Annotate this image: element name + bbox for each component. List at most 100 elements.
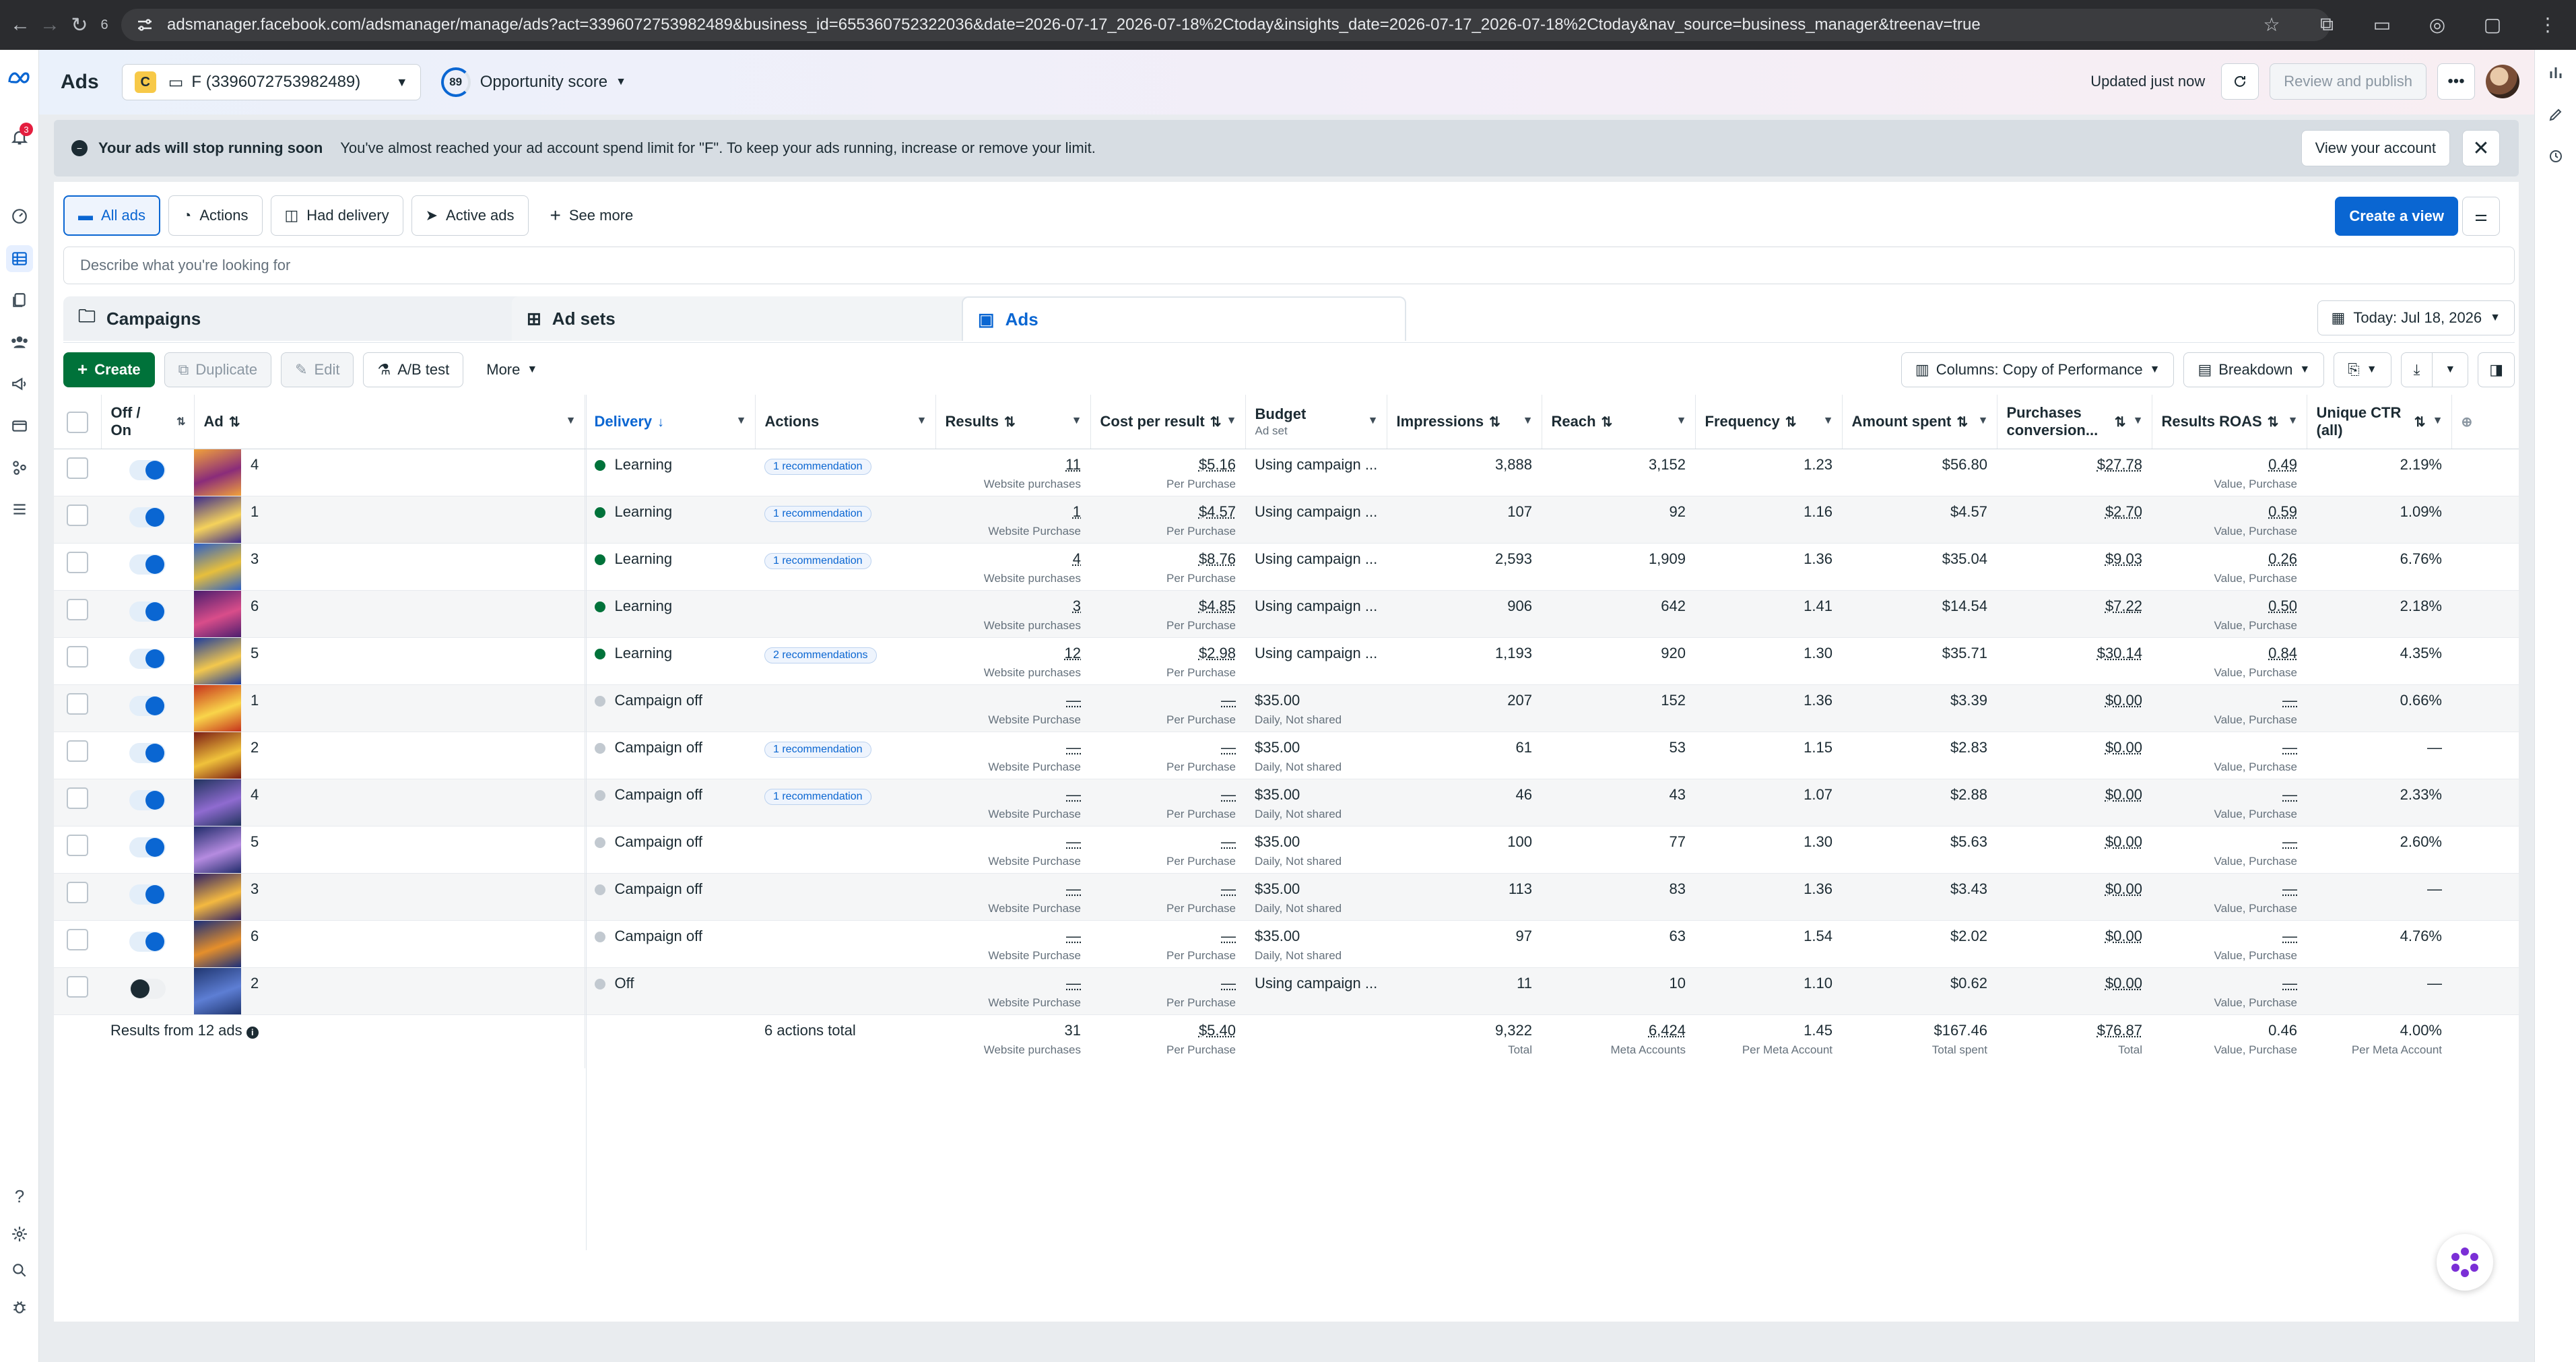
purchase-value[interactable]: $0.00 bbox=[2105, 692, 2142, 709]
split-view-icon[interactable]: ▭ bbox=[2367, 9, 2397, 39]
events-manager-icon[interactable] bbox=[6, 454, 33, 481]
cpr-value[interactable]: — bbox=[1100, 739, 1236, 756]
row-checkbox[interactable] bbox=[67, 645, 88, 668]
col-amount-spent[interactable]: Amount spent ⇅ ▼ bbox=[1842, 395, 1997, 449]
ad-thumbnail[interactable] bbox=[194, 684, 241, 731]
results-value[interactable]: 11 bbox=[945, 456, 1081, 474]
browser-menu-icon[interactable]: ⋮ bbox=[2533, 9, 2563, 39]
all-tools-menu-icon[interactable] bbox=[6, 496, 33, 523]
row-checkbox[interactable] bbox=[67, 504, 88, 526]
purchase-value[interactable]: $9.03 bbox=[2105, 550, 2142, 567]
col-impressions[interactable]: Impressions ⇅ ▼ bbox=[1387, 395, 1542, 449]
purchase-value[interactable]: $30.14 bbox=[2097, 645, 2142, 661]
search-input[interactable]: Describe what you're looking for bbox=[63, 247, 2515, 284]
roas-value[interactable]: — bbox=[2161, 928, 2297, 945]
settings-gear-icon[interactable] bbox=[6, 1221, 33, 1247]
ad-thumbnail[interactable] bbox=[194, 873, 241, 919]
cast-icon[interactable]: ▢ bbox=[2478, 9, 2507, 39]
roas-value[interactable]: — bbox=[2161, 880, 2297, 898]
extensions-icon[interactable]: ⧉ bbox=[2312, 9, 2342, 39]
opportunity-score[interactable]: 89 Opportunity score ▼ bbox=[440, 67, 626, 97]
table-row[interactable]: 5 Campaign off — Website Purchase — Per Pu… bbox=[54, 826, 2519, 874]
ad-on-off-toggle[interactable] bbox=[129, 554, 166, 575]
purchase-value[interactable]: $0.00 bbox=[2105, 786, 2142, 803]
table-row[interactable]: 4 Learning 1 recommendation 11 Website pu… bbox=[54, 449, 2519, 496]
total-value[interactable]: 6,424 bbox=[1551, 1022, 1686, 1039]
row-checkbox[interactable] bbox=[67, 928, 88, 950]
cpr-value[interactable]: — bbox=[1100, 692, 1236, 709]
row-checkbox[interactable] bbox=[67, 598, 88, 620]
help-icon[interactable]: ? bbox=[6, 1183, 33, 1210]
table-row[interactable]: 4 Campaign off 1 recommendation — Website… bbox=[54, 779, 2519, 826]
more-button[interactable]: More ▼ bbox=[473, 352, 552, 387]
view-had-delivery[interactable]: ◫ Had delivery bbox=[270, 195, 403, 236]
ad-name[interactable]: 5 bbox=[251, 645, 259, 661]
roas-value[interactable]: 0.59 bbox=[2161, 503, 2297, 521]
review-and-publish-button[interactable]: Review and publish bbox=[2270, 63, 2426, 100]
recommendation-pill[interactable]: 1 recommendation bbox=[764, 505, 871, 522]
select-all-checkbox[interactable] bbox=[66, 411, 88, 433]
ad-name[interactable]: 6 bbox=[251, 597, 259, 614]
ad-thumbnail[interactable] bbox=[194, 590, 241, 637]
ad-thumbnail[interactable] bbox=[194, 543, 241, 589]
history-clock-icon[interactable] bbox=[2542, 143, 2569, 170]
cpr-value[interactable]: $8.76 bbox=[1100, 550, 1236, 568]
address-bar[interactable]: adsmanager.facebook.com/adsmanager/manag… bbox=[121, 9, 2330, 41]
ad-name[interactable]: 1 bbox=[251, 503, 259, 520]
ad-name[interactable]: 6 bbox=[251, 928, 259, 944]
ad-on-off-toggle[interactable] bbox=[129, 601, 166, 622]
tab-ads[interactable]: ▣ Ads bbox=[962, 296, 1406, 341]
ad-thumbnail[interactable] bbox=[194, 732, 241, 778]
purchase-value[interactable]: $0.00 bbox=[2105, 975, 2142, 992]
ad-name[interactable]: 4 bbox=[251, 786, 259, 803]
roas-value[interactable]: — bbox=[2161, 692, 2297, 709]
ad-on-off-toggle[interactable] bbox=[129, 789, 166, 810]
more-options-button[interactable]: ••• bbox=[2437, 63, 2475, 100]
col-frequency[interactable]: Frequency ⇅ ▼ bbox=[1695, 395, 1843, 449]
table-row[interactable]: 1 Campaign off — Website Purchase — Per Pu… bbox=[54, 684, 2519, 732]
search-icon[interactable] bbox=[6, 1257, 33, 1284]
date-range-picker[interactable]: ▦ Today: Jul 18, 2026 ▼ bbox=[2317, 300, 2515, 335]
purchase-value[interactable]: $0.00 bbox=[2105, 928, 2142, 944]
audiences-icon[interactable] bbox=[6, 329, 33, 356]
ad-on-off-toggle[interactable] bbox=[129, 459, 166, 480]
col-off-on[interactable]: Off / On ⇅ bbox=[101, 395, 195, 449]
select-all-header[interactable] bbox=[54, 395, 102, 449]
table-row[interactable]: 2 Off — Website Purchase — Per Purchase Us… bbox=[54, 967, 2519, 1015]
cpr-value[interactable]: — bbox=[1100, 880, 1236, 898]
col-cost-per-result[interactable]: Cost per result ⇅ ▼ bbox=[1090, 395, 1246, 449]
col-add-column[interactable]: ⊕ bbox=[2451, 395, 2519, 449]
col-unique-ctr[interactable]: Unique CTR (all) ⇅ ▼ bbox=[2307, 395, 2452, 449]
col-results[interactable]: Results ⇅ ▼ bbox=[935, 395, 1091, 449]
results-value[interactable]: 3 bbox=[945, 597, 1081, 615]
roas-value[interactable]: 0.26 bbox=[2161, 550, 2297, 568]
columns-button[interactable]: ▥ Columns: Copy of Performance ▼ bbox=[1901, 352, 2175, 387]
charts-panel-icon[interactable] bbox=[2542, 59, 2569, 86]
table-row[interactable]: 5 Learning 2 recommendations 12 Website p… bbox=[54, 637, 2519, 685]
export-button[interactable]: ⤓ ▼ bbox=[2400, 352, 2469, 387]
results-value[interactable]: — bbox=[945, 833, 1081, 851]
tab-campaigns[interactable]: 🗀 Campaigns bbox=[63, 296, 559, 341]
report-bug-icon[interactable] bbox=[6, 1293, 33, 1320]
cpr-value[interactable]: $4.85 bbox=[1100, 597, 1236, 615]
ad-name[interactable]: 2 bbox=[251, 739, 259, 756]
ad-on-off-toggle[interactable] bbox=[129, 978, 166, 999]
results-value[interactable]: — bbox=[945, 692, 1081, 709]
col-actions[interactable]: Actions ▼ bbox=[755, 395, 936, 449]
results-value[interactable]: — bbox=[945, 975, 1081, 992]
ads-manager-table-icon[interactable] bbox=[6, 245, 33, 272]
table-row[interactable]: 2 Campaign off 1 recommendation — Website… bbox=[54, 732, 2519, 779]
tab-count[interactable]: 6 bbox=[94, 10, 114, 40]
results-value[interactable]: — bbox=[945, 880, 1081, 898]
edit-button[interactable]: ✎ Edit bbox=[281, 352, 354, 387]
site-settings-icon[interactable] bbox=[135, 15, 155, 35]
table-row[interactable]: 1 Learning 1 recommendation 1 Website Pur… bbox=[54, 496, 2519, 544]
roas-value[interactable]: — bbox=[2161, 739, 2297, 756]
cpr-value[interactable]: $4.57 bbox=[1100, 503, 1236, 521]
ai-assistant-button[interactable] bbox=[2437, 1234, 2493, 1291]
table-row[interactable]: 6 Campaign off — Website Purchase — Per Pu… bbox=[54, 920, 2519, 968]
cpr-value[interactable]: $5.16 bbox=[1100, 456, 1236, 474]
recommendation-pill[interactable]: 1 recommendation bbox=[764, 552, 871, 569]
create-a-view-button[interactable]: Create a view bbox=[2335, 197, 2458, 236]
purchase-value[interactable]: $7.22 bbox=[2105, 597, 2142, 614]
